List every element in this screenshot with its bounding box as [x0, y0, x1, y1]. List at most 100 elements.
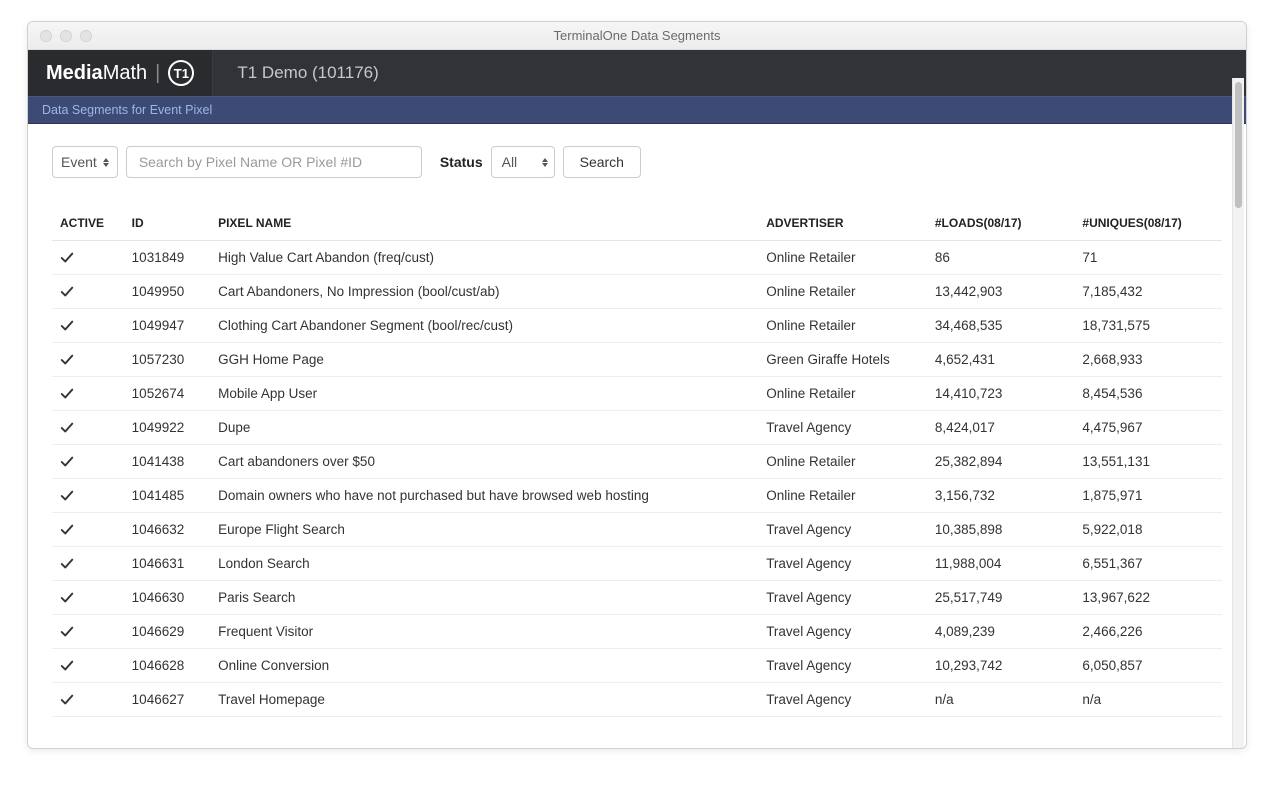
cell-id: 1049922 [124, 411, 210, 445]
table-row[interactable]: 1046627Travel HomepageTravel Agencyn/an/… [52, 683, 1222, 717]
cell-advertiser: Travel Agency [758, 615, 927, 649]
table-row[interactable]: 1041438Cart abandoners over $50Online Re… [52, 445, 1222, 479]
table-row[interactable]: 1049947Clothing Cart Abandoner Segment (… [52, 309, 1222, 343]
scrollbar-thumb[interactable] [1235, 82, 1242, 208]
pixel-type-value: Event [61, 154, 97, 170]
cell-pixel-name: Dupe [210, 411, 758, 445]
cell-loads: 14,410,723 [927, 377, 1075, 411]
account-label: T1 Demo (101176) [237, 63, 378, 83]
cell-uniques: 2,668,933 [1074, 343, 1222, 377]
check-icon [60, 319, 116, 333]
cell-advertiser: Online Retailer [758, 479, 927, 513]
cell-advertiser: Online Retailer [758, 377, 927, 411]
top-bar: MediaMath | T1 T1 Demo (101176) [28, 50, 1246, 96]
check-icon [60, 251, 116, 265]
check-icon [60, 489, 116, 503]
cell-id: 1046629 [124, 615, 210, 649]
cell-pixel-name: Paris Search [210, 581, 758, 615]
window-titlebar: TerminalOne Data Segments [28, 22, 1246, 50]
cell-loads: 86 [927, 241, 1075, 275]
table-row[interactable]: 1046632Europe Flight SearchTravel Agency… [52, 513, 1222, 547]
chevron-updown-icon [542, 158, 548, 167]
col-header-id[interactable]: ID [124, 206, 210, 241]
cell-uniques: 5,922,018 [1074, 513, 1222, 547]
filter-row: Event Status All Search [52, 124, 1222, 206]
brand-separator: | [155, 62, 160, 85]
table-row[interactable]: 1052674Mobile App UserOnline Retailer14,… [52, 377, 1222, 411]
search-input[interactable] [137, 153, 411, 171]
cell-uniques: 13,551,131 [1074, 445, 1222, 479]
cell-id: 1049950 [124, 275, 210, 309]
brand-badge-icon: T1 [168, 60, 194, 86]
cell-advertiser: Travel Agency [758, 683, 927, 717]
cell-id: 1041438 [124, 445, 210, 479]
brand-logo[interactable]: MediaMath | T1 [28, 50, 213, 96]
cell-loads: 10,385,898 [927, 513, 1075, 547]
cell-pixel-name: Travel Homepage [210, 683, 758, 717]
table-row[interactable]: 1057230GGH Home PageGreen Giraffe Hotels… [52, 343, 1222, 377]
check-icon [60, 421, 116, 435]
cell-pixel-name: Frequent Visitor [210, 615, 758, 649]
cell-id: 1046627 [124, 683, 210, 717]
status-select[interactable]: All [491, 146, 555, 178]
table-row[interactable]: 1049950Cart Abandoners, No Impression (b… [52, 275, 1222, 309]
table-row[interactable]: 1046630Paris SearchTravel Agency25,517,7… [52, 581, 1222, 615]
check-icon [60, 659, 116, 673]
check-icon [60, 387, 116, 401]
cell-loads: 34,468,535 [927, 309, 1075, 343]
cell-uniques: 71 [1074, 241, 1222, 275]
cell-uniques: 7,185,432 [1074, 275, 1222, 309]
cell-uniques: 18,731,575 [1074, 309, 1222, 343]
cell-uniques: n/a [1074, 683, 1222, 717]
check-icon [60, 285, 116, 299]
app-chrome: MediaMath | T1 T1 Demo (101176) Data Seg… [28, 50, 1246, 748]
segments-table: ACTIVE ID PIXEL NAME ADVERTISER #LOADS(0… [52, 206, 1222, 717]
vertical-scrollbar[interactable] [1232, 78, 1244, 748]
col-header-active[interactable]: ACTIVE [52, 206, 124, 241]
pixel-type-select[interactable]: Event [52, 146, 118, 178]
table-row[interactable]: 1046631London SearchTravel Agency11,988,… [52, 547, 1222, 581]
chevron-updown-icon [103, 158, 109, 167]
cell-pixel-name: Mobile App User [210, 377, 758, 411]
col-header-advertiser[interactable]: ADVERTISER [758, 206, 927, 241]
cell-id: 1057230 [124, 343, 210, 377]
col-header-name[interactable]: PIXEL NAME [210, 206, 758, 241]
cell-pixel-name: Europe Flight Search [210, 513, 758, 547]
check-icon [60, 693, 116, 707]
cell-advertiser: Online Retailer [758, 445, 927, 479]
check-icon [60, 591, 116, 605]
cell-pixel-name: Online Conversion [210, 649, 758, 683]
cell-loads: n/a [927, 683, 1075, 717]
cell-advertiser: Travel Agency [758, 411, 927, 445]
cell-advertiser: Travel Agency [758, 547, 927, 581]
breadcrumb-label: Data Segments for Event Pixel [42, 103, 212, 117]
search-button[interactable]: Search [563, 146, 641, 178]
cell-id: 1031849 [124, 241, 210, 275]
cell-uniques: 6,551,367 [1074, 547, 1222, 581]
col-header-loads[interactable]: #LOADS(08/17) [927, 206, 1075, 241]
cell-uniques: 8,454,536 [1074, 377, 1222, 411]
cell-advertiser: Green Giraffe Hotels [758, 343, 927, 377]
cell-id: 1049947 [124, 309, 210, 343]
cell-advertiser: Online Retailer [758, 309, 927, 343]
cell-pixel-name: Cart Abandoners, No Impression (bool/cus… [210, 275, 758, 309]
cell-advertiser: Travel Agency [758, 649, 927, 683]
cell-uniques: 13,967,622 [1074, 581, 1222, 615]
table-row[interactable]: 1046628Online ConversionTravel Agency10,… [52, 649, 1222, 683]
cell-pixel-name: GGH Home Page [210, 343, 758, 377]
cell-uniques: 4,475,967 [1074, 411, 1222, 445]
cell-id: 1041485 [124, 479, 210, 513]
check-icon [60, 353, 116, 367]
cell-loads: 3,156,732 [927, 479, 1075, 513]
cell-loads: 4,089,239 [927, 615, 1075, 649]
cell-loads: 4,652,431 [927, 343, 1075, 377]
table-row[interactable]: 1049922DupeTravel Agency8,424,0174,475,9… [52, 411, 1222, 445]
cell-advertiser: Online Retailer [758, 275, 927, 309]
table-row[interactable]: 1046629Frequent VisitorTravel Agency4,08… [52, 615, 1222, 649]
col-header-uniques[interactable]: #UNIQUES(08/17) [1074, 206, 1222, 241]
cell-advertiser: Travel Agency [758, 513, 927, 547]
table-row[interactable]: 1031849High Value Cart Abandon (freq/cus… [52, 241, 1222, 275]
search-input-wrap [126, 146, 422, 178]
table-row[interactable]: 1041485Domain owners who have not purcha… [52, 479, 1222, 513]
account-selector[interactable]: T1 Demo (101176) [213, 50, 1246, 96]
